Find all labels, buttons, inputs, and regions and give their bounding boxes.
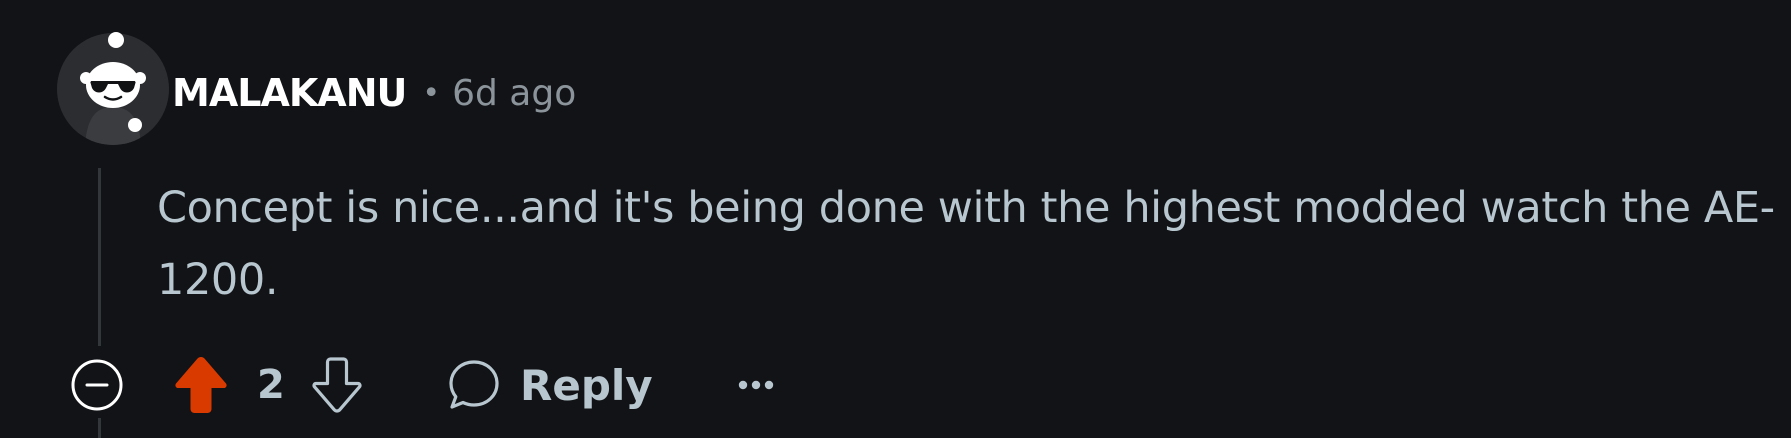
ellipsis-icon — [738, 380, 774, 390]
comment-timestamp[interactable]: 6d ago — [452, 73, 576, 114]
upvote-button[interactable] — [173, 355, 229, 415]
collapse-button[interactable] — [69, 357, 125, 413]
minus-circle-icon — [71, 359, 123, 411]
speech-bubble-icon — [449, 360, 499, 409]
reply-button[interactable]: Reply — [446, 355, 653, 415]
upvote-arrow-icon — [175, 357, 227, 413]
comment-body: Concept is nice...and it's being done wi… — [157, 183, 1775, 305]
downvote-button[interactable] — [309, 355, 365, 415]
comment-container: MALAKANU • 6d ago Concept is nice...and … — [0, 0, 1791, 438]
vote-count: 2 — [257, 362, 285, 408]
comment-header: MALAKANU • 6d ago — [172, 66, 576, 120]
more-options-button[interactable] — [734, 363, 778, 407]
comment-actions: 2 Reply — [69, 355, 829, 415]
thread-line[interactable] — [98, 168, 101, 346]
avatar-antenna-icon — [108, 32, 124, 48]
reply-label: Reply — [520, 360, 653, 410]
thread-line-continuation[interactable] — [98, 418, 101, 438]
meta-separator: • — [422, 75, 441, 111]
snoo-avatar-icon — [57, 33, 169, 145]
avatar[interactable] — [57, 33, 169, 145]
downvote-arrow-icon — [312, 357, 362, 413]
author-username[interactable]: MALAKANU — [172, 71, 407, 115]
